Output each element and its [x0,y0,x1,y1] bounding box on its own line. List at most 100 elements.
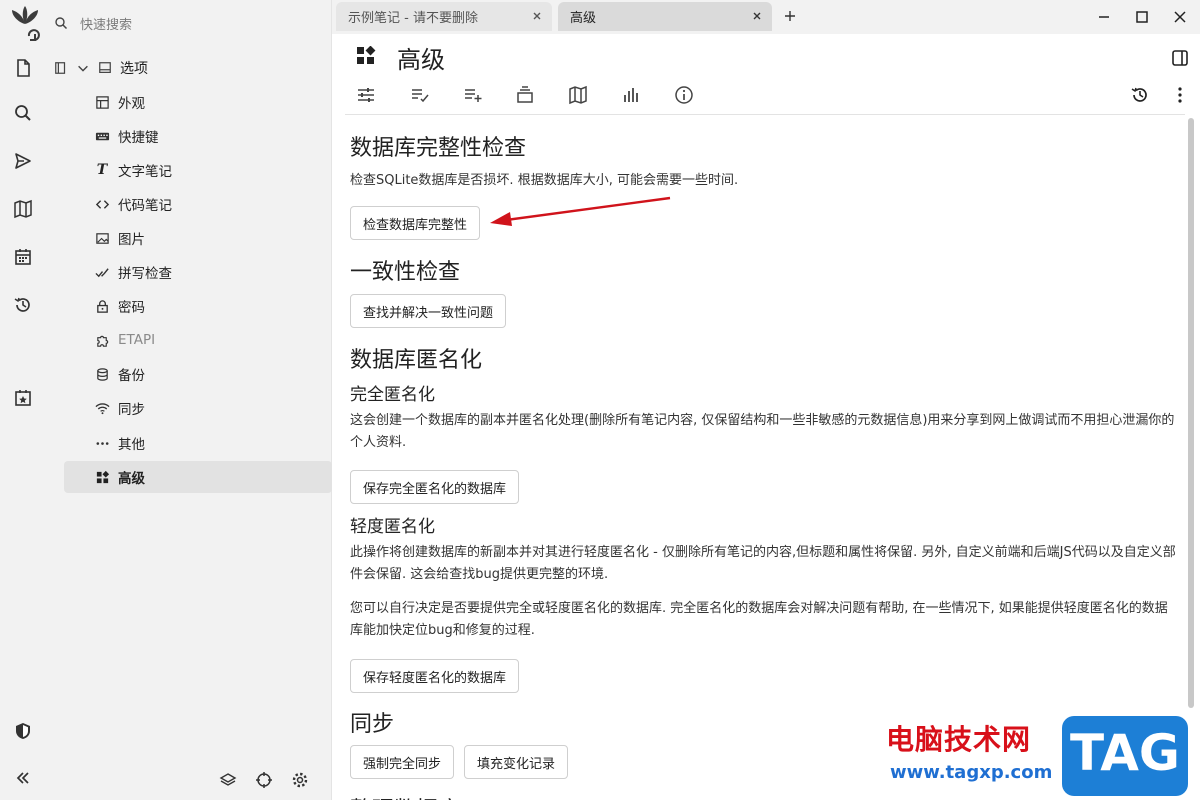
chevron-down-icon[interactable] [76,61,90,75]
search-icon [55,17,68,30]
close-icon[interactable] [530,9,544,23]
tune-icon[interactable] [355,84,377,106]
tree-item-spellcheck[interactable]: 拼写检查 [64,256,332,288]
dots-icon [94,435,110,451]
tree-item-label: 外观 [118,96,145,112]
close-icon[interactable] [750,9,764,23]
tree-item-label: ETAPI [118,332,156,348]
watermark: 电脑技术网 www.tagxp.com TAG [886,716,1200,800]
content-scrollbar[interactable] [1188,118,1194,708]
watermark-url: www.tagxp.com [890,762,1053,783]
annotation-arrow [490,196,671,226]
book-icon [55,62,66,74]
map-icon[interactable] [567,84,589,106]
bar-chart-icon[interactable] [620,84,642,106]
watermark-site-name: 电脑技术网 [886,723,1032,756]
watermark-tag-text: TAG [1070,724,1180,782]
tree-item-label: 图片 [118,232,145,248]
note-title[interactable]: 高级 [397,40,445,75]
tree-item-shortcuts[interactable]: 快捷键 [64,120,332,152]
text-icon: T [96,162,108,178]
maximize-button[interactable] [1130,6,1154,28]
wifi-icon [94,400,110,416]
today-icon[interactable] [11,386,35,410]
spellcheck-icon [94,264,110,280]
force-full-sync-button[interactable]: 强制完全同步 [350,745,455,779]
options-content: 数据库完整性检查 检查SQLite数据库是否损坏. 根据数据库大小, 可能会需要… [350,118,1180,800]
extension-icon [94,332,110,348]
dashboard-icon [94,469,110,485]
layers-icon[interactable] [216,768,240,792]
tree-item-label: 其他 [118,437,145,453]
quick-search[interactable]: 快速搜索 [54,10,324,36]
close-window-button[interactable] [1168,6,1192,28]
quick-search-placeholder[interactable]: 快速搜索 [80,14,132,33]
tree-item-label: 高级 [118,471,145,487]
more-vertical-icon[interactable] [1169,84,1191,106]
save-light-anonymized-button[interactable]: 保存轻度匿名化的数据库 [350,659,520,693]
playlist-add-icon[interactable] [462,84,484,106]
tab-advanced[interactable]: 高级 [558,2,772,31]
consistency-section-title: 一致性检查 [350,260,461,285]
tree-item-label: 密码 [118,300,145,316]
code-icon [94,196,110,212]
tree-item-etapi[interactable]: ETAPI [64,324,332,356]
search-icon[interactable] [11,101,35,125]
tree-root-options[interactable]: 选项 [54,56,148,80]
calendar-icon[interactable] [11,245,35,269]
database-icon [94,366,110,382]
tree-bottom-toolbar [216,768,312,792]
history-icon[interactable] [11,293,35,317]
history-icon[interactable] [1129,84,1151,106]
crosshair-icon[interactable] [252,768,276,792]
tree-item-sync[interactable]: 同步 [64,392,332,424]
tab-label: 示例笔记 - 请不要删除 [348,11,478,26]
lock-icon [94,298,110,314]
tab-sample-notes[interactable]: 示例笔记 - 请不要删除 [336,2,552,31]
tree-item-label: 文字笔记 [118,164,172,180]
gear-icon[interactable] [288,768,312,792]
dashboard-icon [357,46,376,64]
integrity-section-title: 数据库完整性检查 [350,136,527,161]
tab-label: 高级 [570,11,597,26]
tree-item-text-notes[interactable]: T 文字笔记 [64,154,332,186]
list-check-icon[interactable] [409,84,431,106]
map-icon[interactable] [11,197,35,221]
tree-item-backup[interactable]: 备份 [64,358,332,390]
save-full-anonymized-button[interactable]: 保存完全匿名化的数据库 [350,470,520,504]
tree-item-password[interactable]: 密码 [64,290,332,322]
integrity-description: 检查SQLite数据库是否损坏. 根据数据库大小, 可能会需要一些时间. [350,173,739,188]
launcher-bar [0,0,48,800]
tree-item-label: 备份 [118,368,145,384]
info-icon[interactable] [673,84,695,106]
find-fix-consistency-button[interactable]: 查找并解决一致性问题 [350,294,507,328]
tree-item-appearance[interactable]: 外观 [64,86,332,118]
new-note-icon[interactable] [11,56,35,80]
tree-item-label: 同步 [118,402,145,418]
tree-item-label: 快捷键 [118,130,159,146]
send-icon[interactable] [11,149,35,173]
trilium-logo-icon[interactable] [8,4,42,44]
tree-item-images[interactable]: 图片 [64,222,332,254]
protected-session-icon[interactable] [11,719,35,743]
tree-item-advanced[interactable]: 高级 [64,461,332,493]
toolbar-divider [345,114,1185,115]
check-integrity-button[interactable]: 检查数据库完整性 [350,206,481,240]
image-icon [94,230,110,246]
toggle-right-pane-icon[interactable] [1170,48,1190,68]
tree-item-other[interactable]: 其他 [64,427,332,459]
tree-item-label: 拼写检查 [118,266,172,282]
full-anonymize-description: 这会创建一个数据库的副本并匿名化处理(删除所有笔记内容, 仅保留结构和一些非敏感… [350,413,1175,450]
collapse-icon[interactable] [11,766,35,790]
keyboard-icon [94,128,110,144]
minimize-button[interactable] [1092,6,1116,28]
tree-item-code-notes[interactable]: 代码笔记 [64,188,332,220]
settings-page-icon [99,62,111,73]
anonymize-section-title: 数据库匿名化 [350,348,483,373]
fill-entity-changes-button[interactable]: 填充变化记录 [464,745,569,779]
tree-root-label: 选项 [120,61,148,77]
plus-icon[interactable] [782,8,798,24]
card-stack-icon[interactable] [514,84,536,106]
watermark-tag-badge: TAG [1062,716,1188,796]
tree-item-label: 代码笔记 [118,198,172,214]
